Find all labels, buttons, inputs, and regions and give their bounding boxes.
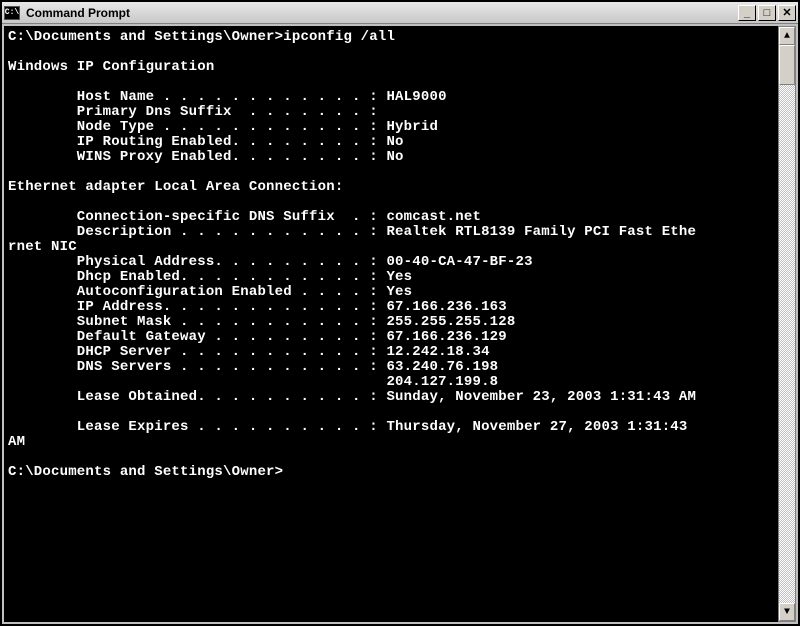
dhcp-enabled-line: Dhcp Enabled. . . . . . . . . . . : Yes <box>8 269 412 285</box>
physical-address-line: Physical Address. . . . . . . . . : 00-4… <box>8 254 533 270</box>
maximize-button[interactable]: □ <box>758 5 776 21</box>
dhcp-server-line: DHCP Server . . . . . . . . . . . : 12.2… <box>8 344 490 360</box>
description-line-1: Description . . . . . . . . . . . : Real… <box>8 224 696 240</box>
autoconfiguration-line: Autoconfiguration Enabled . . . . : Yes <box>8 284 412 300</box>
scrollbar-thumb[interactable] <box>779 45 795 85</box>
window-title: Command Prompt <box>24 6 738 20</box>
section-header: Windows IP Configuration <box>8 59 214 75</box>
scroll-up-button[interactable]: ▲ <box>779 27 795 45</box>
command-prompt-window: C:\ Command Prompt _ □ ✕ C:\Documents an… <box>0 0 800 626</box>
subnet-mask-line: Subnet Mask . . . . . . . . . . . : 255.… <box>8 314 515 330</box>
chevron-up-icon: ▲ <box>784 31 790 42</box>
lease-obtained-line: Lease Obtained. . . . . . . . . . : Sund… <box>8 389 696 405</box>
terminal-output[interactable]: C:\Documents and Settings\Owner>ipconfig… <box>4 26 778 622</box>
connection-suffix-line: Connection-specific DNS Suffix . : comca… <box>8 209 481 225</box>
close-button[interactable]: ✕ <box>778 5 796 21</box>
chevron-down-icon: ▼ <box>784 607 790 618</box>
titlebar[interactable]: C:\ Command Prompt _ □ ✕ <box>2 2 798 24</box>
lease-expires-line-2: AM <box>8 434 25 450</box>
adapter-header: Ethernet adapter Local Area Connection: <box>8 179 343 195</box>
client-area: C:\Documents and Settings\Owner>ipconfig… <box>2 24 798 624</box>
minimize-button[interactable]: _ <box>738 5 756 21</box>
node-type-line: Node Type . . . . . . . . . . . . : Hybr… <box>8 119 438 135</box>
scrollbar-track[interactable] <box>779 45 795 603</box>
primary-dns-suffix-line: Primary Dns Suffix . . . . . . . : <box>8 104 378 120</box>
vertical-scrollbar[interactable]: ▲ ▼ <box>778 26 796 622</box>
system-menu-icon[interactable]: C:\ <box>4 6 20 20</box>
dns-servers-line-2: 204.127.199.8 <box>8 374 498 390</box>
ip-routing-line: IP Routing Enabled. . . . . . . . : No <box>8 134 404 150</box>
host-name-line: Host Name . . . . . . . . . . . . : HAL9… <box>8 89 447 105</box>
prompt-line: C:\Documents and Settings\Owner> <box>8 464 283 480</box>
ip-address-line: IP Address. . . . . . . . . . . . : 67.1… <box>8 299 507 315</box>
dns-servers-line-1: DNS Servers . . . . . . . . . . . : 63.2… <box>8 359 498 375</box>
prompt-line: C:\Documents and Settings\Owner>ipconfig… <box>8 29 395 45</box>
description-line-2: rnet NIC <box>8 239 77 255</box>
default-gateway-line: Default Gateway . . . . . . . . . : 67.1… <box>8 329 507 345</box>
scroll-down-button[interactable]: ▼ <box>779 603 795 621</box>
lease-expires-line-1: Lease Expires . . . . . . . . . . : Thur… <box>8 419 696 435</box>
window-controls: _ □ ✕ <box>738 5 796 21</box>
wins-proxy-line: WINS Proxy Enabled. . . . . . . . : No <box>8 149 404 165</box>
